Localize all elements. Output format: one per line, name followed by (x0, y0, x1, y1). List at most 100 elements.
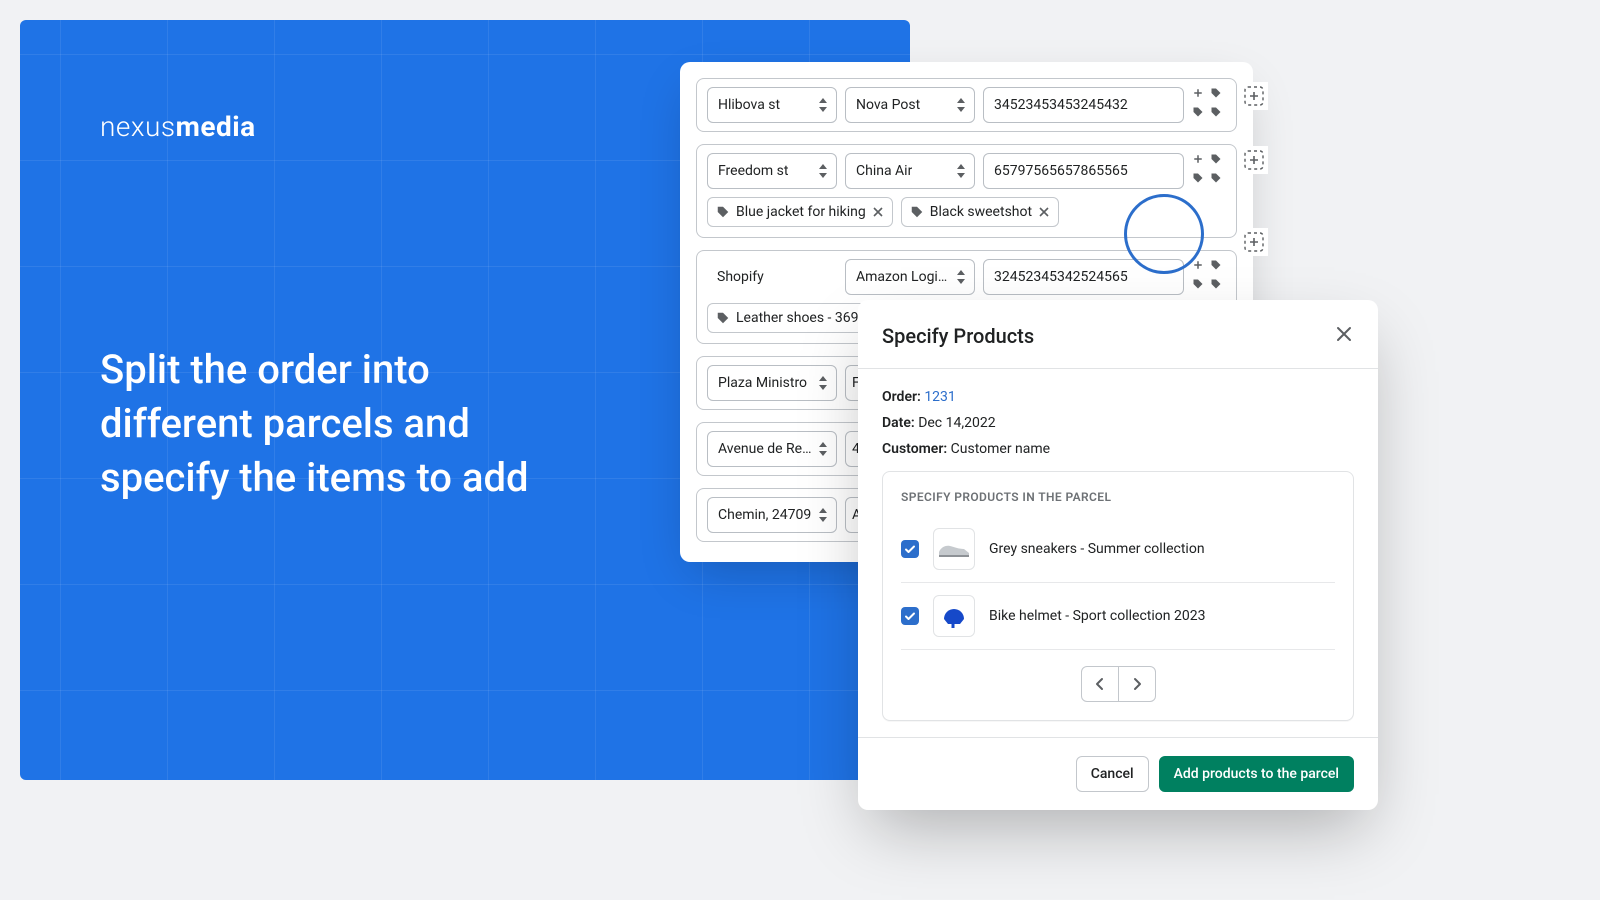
dashed-add-icon (1244, 86, 1264, 106)
product-thumbnail (933, 595, 975, 637)
logo-bold: media (176, 110, 256, 143)
tag-icon (716, 311, 730, 325)
tracking-value: 34523453453245432 (994, 97, 1128, 113)
tag-row: Blue jacket for hiking Black sweetshot (697, 197, 1236, 237)
remove-tag-icon[interactable] (1038, 206, 1050, 218)
tag-text: Blue jacket for hiking (736, 204, 866, 220)
check-icon (904, 543, 916, 555)
sort-icon (956, 164, 966, 178)
address-label: Plaza Ministro (718, 375, 807, 391)
dashed-add-icon (1244, 232, 1264, 252)
helmet-icon (939, 601, 969, 631)
product-thumbnail (933, 528, 975, 570)
sort-icon (818, 508, 828, 522)
parcel-block: Freedom st China Air 65797565657865565 B… (696, 144, 1237, 238)
product-name: Grey sneakers - Summer collection (989, 541, 1205, 557)
tracking-value: 65797565657865565 (994, 163, 1128, 179)
tag-text: Black sweetshot (930, 204, 1032, 220)
tracking-value: 32452345342524565 (994, 269, 1128, 285)
tag-icon (1192, 172, 1204, 184)
date-label: Date: (882, 415, 915, 431)
tag-icon (1210, 172, 1222, 184)
parcel-block: Hlibova st Nova Post 34523453453245432 (696, 78, 1237, 132)
customer-label: Customer: (882, 441, 947, 457)
product-tag: Black sweetshot (901, 197, 1059, 227)
status-icons[interactable] (1192, 259, 1226, 295)
customer-meta: Customer: Customer name (882, 441, 1354, 457)
specify-products-modal: Specify Products Order: 1231 Date: Dec 1… (858, 300, 1378, 810)
sneaker-icon (937, 538, 971, 560)
products-card: SPECIFY PRODUCTS IN THE PARCEL Grey snea… (882, 471, 1354, 721)
product-checkbox[interactable] (901, 540, 919, 558)
address-select[interactable]: Freedom st (707, 153, 837, 189)
date-meta: Date: Dec 14,2022 (882, 415, 1354, 431)
tag-text: Leather shoes - 3696 (736, 310, 866, 326)
product-row: Bike helmet - Sport collection 2023 (901, 583, 1335, 650)
status-icons[interactable] (1192, 87, 1226, 123)
address-static: Shopify (707, 259, 837, 295)
plus-icon (1192, 87, 1204, 99)
products-section-title: SPECIFY PRODUCTS IN THE PARCEL (901, 490, 1335, 504)
plus-icon (1192, 153, 1204, 165)
add-parcel-button[interactable] (1240, 82, 1268, 110)
product-checkbox[interactable] (901, 607, 919, 625)
customer-value: Customer name (951, 441, 1050, 457)
address-label: Shopify (717, 269, 764, 285)
headline: Split the order into different parcels a… (100, 343, 560, 505)
chevron-left-icon (1095, 677, 1105, 691)
order-meta: Order: 1231 (882, 389, 1354, 405)
sort-icon (956, 98, 966, 112)
plus-icon (1192, 259, 1204, 271)
remove-tag-icon[interactable] (872, 206, 884, 218)
address-label: Avenue de Rena.. (718, 441, 812, 457)
tag-icon (1210, 259, 1222, 271)
order-link[interactable]: 1231 (924, 389, 955, 405)
address-label: Hlibova st (718, 97, 780, 113)
sort-icon (818, 164, 828, 178)
product-tag: Blue jacket for hiking (707, 197, 893, 227)
cancel-label: Cancel (1091, 766, 1134, 782)
carrier-label: Amazon Logistics (856, 269, 950, 285)
add-parcel-button[interactable] (1240, 228, 1268, 256)
next-page-button[interactable] (1118, 666, 1156, 702)
dashed-add-icon (1244, 150, 1264, 170)
address-select[interactable]: Avenue de Rena.. (707, 431, 837, 467)
pagination (901, 666, 1335, 702)
add-parcel-button[interactable] (1240, 146, 1268, 174)
tracking-input[interactable]: 34523453453245432 (983, 87, 1184, 123)
tracking-input[interactable]: 65797565657865565 (983, 153, 1184, 189)
address-select[interactable]: Chemin, 24709 (707, 497, 837, 533)
carrier-label: China Air (856, 163, 912, 179)
close-icon (1334, 324, 1354, 344)
chevron-right-icon (1132, 677, 1142, 691)
carrier-select[interactable]: China Air (845, 153, 975, 189)
tracking-input[interactable]: 32452345342524565 (983, 259, 1184, 295)
submit-label: Add products to the parcel (1174, 766, 1339, 782)
check-icon (904, 610, 916, 622)
tag-icon (1192, 278, 1204, 290)
tag-icon (1210, 278, 1222, 290)
address-select[interactable]: Hlibova st (707, 87, 837, 123)
tag-icon (1192, 106, 1204, 118)
tag-icon (716, 205, 730, 219)
prev-page-button[interactable] (1081, 666, 1119, 702)
carrier-label: Nova Post (856, 97, 920, 113)
modal-title: Specify Products (882, 324, 1034, 348)
status-icons[interactable] (1192, 153, 1226, 189)
logo-light: nexus (100, 110, 176, 143)
product-name: Bike helmet - Sport collection 2023 (989, 608, 1205, 624)
product-row: Grey sneakers - Summer collection (901, 516, 1335, 583)
address-select[interactable]: Plaza Ministro (707, 365, 837, 401)
date-value: Dec 14,2022 (918, 415, 995, 431)
tag-icon (910, 205, 924, 219)
add-products-button[interactable]: Add products to the parcel (1159, 756, 1354, 792)
carrier-select[interactable]: Amazon Logistics (845, 259, 975, 295)
sort-icon (818, 442, 828, 456)
cancel-button[interactable]: Cancel (1076, 756, 1149, 792)
close-button[interactable] (1334, 324, 1354, 348)
carrier-select[interactable]: Nova Post (845, 87, 975, 123)
address-label: Freedom st (718, 163, 788, 179)
tag-icon (1210, 106, 1222, 118)
tag-icon (1210, 153, 1222, 165)
address-label: Chemin, 24709 (718, 507, 811, 523)
